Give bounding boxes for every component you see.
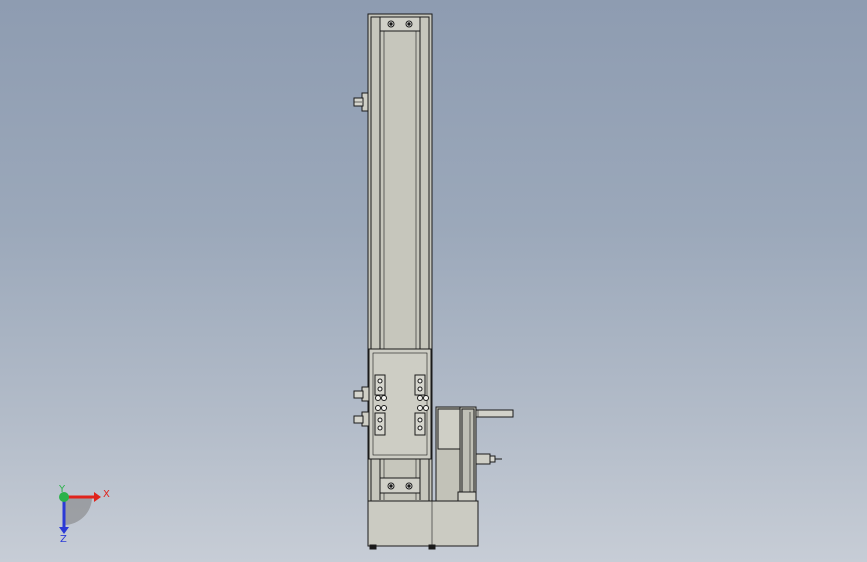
cable-connector xyxy=(475,453,502,465)
carriage xyxy=(368,348,432,460)
x-axis-label: X xyxy=(103,489,110,500)
bottom-end-cap xyxy=(379,477,421,494)
z-axis-label: Z xyxy=(60,534,67,545)
z-arrowhead xyxy=(59,527,69,534)
coordinate-triad: X Y Z xyxy=(58,484,110,545)
y-axis-label: Y xyxy=(58,484,66,495)
lower-sensor-bracket-2 xyxy=(353,411,370,427)
top-end-cap xyxy=(379,16,421,32)
upper-sensor-bracket xyxy=(353,92,369,112)
linear-actuator-model[interactable] xyxy=(353,13,514,550)
x-arrowhead xyxy=(94,492,101,502)
base-block xyxy=(367,500,479,550)
motor-shaft xyxy=(475,409,514,418)
lower-sensor-bracket-1 xyxy=(353,386,370,402)
3d-viewport[interactable]: X Y Z xyxy=(0,0,867,562)
motor-housing xyxy=(435,406,477,502)
triad-shadow xyxy=(64,497,92,525)
